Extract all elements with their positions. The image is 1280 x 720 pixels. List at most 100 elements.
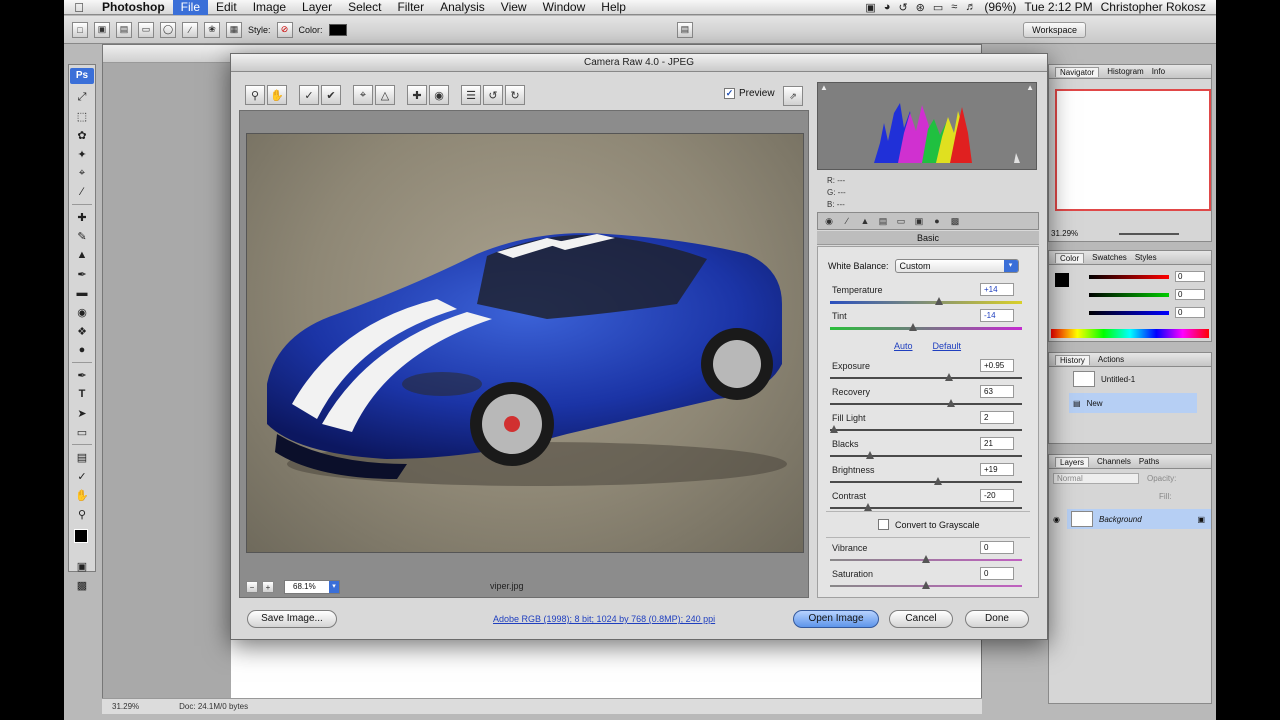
slider-track[interactable]	[830, 507, 1022, 509]
foreground-color[interactable]	[74, 529, 88, 543]
slider-value[interactable]: +0.95	[980, 359, 1014, 372]
visibility-eye-icon[interactable]: ◉	[1053, 515, 1060, 524]
temperature-slider[interactable]: Temperature +14	[828, 283, 1024, 309]
menu-layer[interactable]: Layer	[294, 0, 340, 15]
slider-track[interactable]	[830, 403, 1022, 405]
line-shape-icon[interactable]: ∕	[182, 21, 198, 38]
slider-track[interactable]	[830, 327, 1022, 330]
workflow-options-link[interactable]: Adobe RGB (1998); 8 bit; 1024 by 768 (0.…	[493, 614, 715, 624]
path-select-icon[interactable]: ➤	[72, 404, 92, 422]
crop-tool-icon[interactable]: ⌖	[353, 85, 373, 105]
slider-value[interactable]: -20	[980, 489, 1014, 502]
move-tool-icon[interactable]: ⤢	[72, 88, 92, 106]
save-image-button[interactable]: Save Image...	[247, 610, 337, 628]
menu-user[interactable]: Christopher Rokosz	[1101, 0, 1206, 14]
palette-well-icon[interactable]: ▤	[676, 21, 693, 38]
slider-value[interactable]: +19	[980, 463, 1014, 476]
crop-tool-icon[interactable]: ⌖	[72, 164, 92, 182]
shape-tool-icon[interactable]: ▭	[72, 423, 92, 441]
history-state[interactable]: ▤ New	[1069, 393, 1197, 413]
slider-thumb[interactable]	[922, 555, 930, 563]
blend-mode-select[interactable]: Normal	[1053, 473, 1139, 484]
slice-tool-icon[interactable]: ∕	[72, 183, 92, 201]
slider-thumb[interactable]	[922, 581, 930, 589]
red-value[interactable]: 0	[1175, 271, 1205, 282]
workspace-button[interactable]: Workspace	[1023, 21, 1086, 38]
combine-icon[interactable]: ▦	[226, 21, 242, 38]
tab-styles[interactable]: Styles	[1135, 253, 1157, 262]
tab-info[interactable]: Info	[1152, 67, 1165, 76]
auto-link[interactable]: Auto	[894, 341, 913, 351]
menu-select[interactable]: Select	[340, 0, 389, 15]
camera-icon[interactable]: ▣	[865, 1, 875, 14]
tab-hsl-icon[interactable]: ▤	[876, 215, 890, 227]
straighten-tool-icon[interactable]: △	[375, 85, 395, 105]
blur-tool-icon[interactable]: ❖	[72, 322, 92, 340]
pen-tool-icon[interactable]: ✒	[72, 366, 92, 384]
brightness-slider[interactable]: Brightness +19	[828, 463, 1024, 489]
tab-navigator[interactable]: Navigator	[1055, 66, 1100, 77]
tab-color[interactable]: Color	[1055, 252, 1085, 263]
slider-track[interactable]	[830, 377, 1022, 379]
custom-shape-icon[interactable]: ❀	[204, 21, 220, 38]
grayscale-toggle[interactable]: Convert to Grayscale	[878, 519, 980, 530]
highlight-clip-icon[interactable]: ▲	[1026, 83, 1034, 92]
tab-histogram[interactable]: Histogram	[1107, 67, 1143, 76]
sync-icon[interactable]: ◕	[884, 1, 891, 13]
hand-tool-icon[interactable]: ✋	[72, 486, 92, 504]
rotate-left-icon[interactable]: ↺	[483, 85, 503, 105]
tab-lens-icon[interactable]: ▣	[912, 215, 926, 227]
recovery-slider[interactable]: Recovery 63	[828, 385, 1024, 411]
slider-track[interactable]	[830, 429, 1022, 431]
blacks-slider[interactable]: Blacks 21	[828, 437, 1024, 463]
tab-camera-calibration-icon[interactable]: ●	[930, 215, 944, 227]
notes-tool-icon[interactable]: ▤	[72, 448, 92, 466]
tab-swatches[interactable]: Swatches	[1092, 253, 1127, 262]
menu-edit[interactable]: Edit	[208, 0, 245, 15]
tab-paths[interactable]: Paths	[1139, 457, 1159, 466]
white-balance-tool-icon[interactable]: ✓	[299, 85, 319, 105]
eraser-tool-icon[interactable]: ▬	[72, 284, 92, 302]
tab-actions[interactable]: Actions	[1098, 355, 1124, 364]
green-value[interactable]: 0	[1175, 289, 1205, 300]
tab-basic-icon[interactable]: ◉	[822, 215, 836, 227]
color-swatch[interactable]	[328, 23, 347, 36]
preferences-icon[interactable]: ☰	[461, 85, 481, 105]
zoom-tool-icon[interactable]: ⚲	[72, 505, 92, 523]
tab-layers[interactable]: Layers	[1055, 456, 1090, 467]
navigator-zoom[interactable]: 31.29%	[1051, 229, 1078, 238]
menu-window[interactable]: Window	[535, 0, 594, 15]
shadow-clip-icon[interactable]: ▲	[820, 83, 828, 92]
brush-tool-icon[interactable]: ✎	[72, 227, 92, 245]
slider-thumb[interactable]	[908, 323, 917, 331]
slider-thumb[interactable]	[933, 477, 942, 485]
menu-clock[interactable]: Tue 2:12 PM	[1024, 0, 1092, 14]
menu-filter[interactable]: Filter	[389, 0, 432, 15]
quickmask-icon[interactable]: ▣	[72, 557, 92, 575]
tab-detail-icon[interactable]: ▲	[858, 215, 872, 227]
bluetooth-icon[interactable]: ⊛	[916, 1, 925, 14]
saturation-slider[interactable]: Saturation 0	[828, 567, 1024, 593]
type-tool-icon[interactable]: T	[72, 385, 92, 403]
rect-shape-icon[interactable]: ▭	[138, 21, 154, 38]
slider-value[interactable]: 21	[980, 437, 1014, 450]
tab-split-toning-icon[interactable]: ▭	[894, 215, 908, 227]
white-balance-select[interactable]: Custom ▾	[894, 259, 1019, 273]
tab-channels[interactable]: Channels	[1097, 457, 1131, 466]
menu-analysis[interactable]: Analysis	[432, 0, 493, 15]
slider-value[interactable]: 0	[980, 541, 1014, 554]
color-sampler-icon[interactable]: ✔	[321, 85, 341, 105]
retouch-tool-icon[interactable]: ✚	[407, 85, 427, 105]
volume-icon[interactable]: ♬	[965, 1, 976, 13]
menu-image[interactable]: Image	[245, 0, 294, 15]
zoom-level-select[interactable]: 68.1% ▾	[284, 580, 340, 594]
ps-logo[interactable]: Ps	[70, 68, 94, 84]
slider-thumb[interactable]	[829, 425, 838, 433]
blue-value[interactable]: 0	[1175, 307, 1205, 318]
magic-wand-icon[interactable]: ✦	[72, 145, 92, 163]
layer-background[interactable]: Background ▣	[1067, 509, 1211, 529]
slider-track[interactable]	[830, 301, 1022, 304]
zoom-dropdown-icon[interactable]: ▾	[329, 581, 339, 593]
zoom-out-icon[interactable]: −	[246, 581, 258, 593]
preview-checkbox[interactable]: ✓	[724, 88, 735, 99]
